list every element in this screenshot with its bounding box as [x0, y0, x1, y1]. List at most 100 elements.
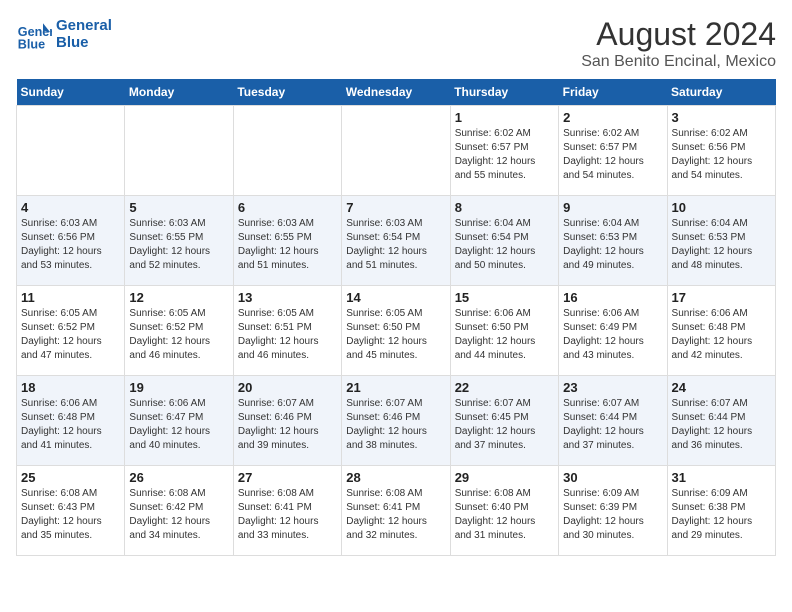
day-info: Sunrise: 6:07 AM Sunset: 6:46 PM Dayligh…: [238, 397, 337, 453]
day-info: Sunrise: 6:09 AM Sunset: 6:39 PM Dayligh…: [563, 487, 662, 543]
day-number: 19: [129, 380, 228, 395]
day-number: 30: [563, 470, 662, 485]
day-info: Sunrise: 6:07 AM Sunset: 6:44 PM Dayligh…: [563, 397, 662, 453]
day-number: 11: [21, 290, 120, 305]
calendar-cell: 17Sunrise: 6:06 AM Sunset: 6:48 PM Dayli…: [667, 286, 775, 376]
day-number: 10: [672, 200, 771, 215]
calendar-week-row: 1 Sunrise: 6:02 AM Sunset: 6:57 PM Daylig…: [17, 106, 776, 196]
day-info: Sunrise: 6:02 AM Sunset: 6:56 PM Dayligh…: [672, 127, 771, 183]
day-info: Sunrise: 6:02 AM Sunset: 6:57 PM Dayligh…: [563, 127, 662, 183]
calendar-week-row: 25 Sunrise: 6:08 AM Sunset: 6:43 PM Dayli…: [17, 466, 776, 556]
svg-text:Blue: Blue: [18, 37, 45, 51]
day-number: 2: [563, 110, 662, 125]
day-info: Sunrise: 6:08 AM Sunset: 6:43 PM Dayligh…: [21, 487, 120, 543]
calendar-cell: 1 Sunrise: 6:02 AM Sunset: 6:57 PM Daylig…: [450, 106, 558, 196]
calendar-cell: 22 Sunrise: 6:07 AM Sunset: 6:45 PM Dayli…: [450, 376, 558, 466]
calendar-cell: 21 Sunrise: 6:07 AM Sunset: 6:46 PM Dayli…: [342, 376, 450, 466]
day-number: 12: [129, 290, 228, 305]
calendar-cell: 30 Sunrise: 6:09 AM Sunset: 6:39 PM Dayli…: [559, 466, 667, 556]
calendar-cell: 18 Sunrise: 6:06 AM Sunset: 6:48 PM Dayli…: [17, 376, 125, 466]
day-info: Sunrise: 6:08 AM Sunset: 6:41 PM Dayligh…: [346, 487, 445, 543]
calendar-cell: 8 Sunrise: 6:04 AM Sunset: 6:54 PM Daylig…: [450, 196, 558, 286]
day-number: 8: [455, 200, 554, 215]
calendar-cell: 20 Sunrise: 6:07 AM Sunset: 6:46 PM Dayli…: [233, 376, 341, 466]
calendar-cell: 27Sunrise: 6:08 AM Sunset: 6:41 PM Dayli…: [233, 466, 341, 556]
calendar-week-row: 11 Sunrise: 6:05 AM Sunset: 6:52 PM Dayli…: [17, 286, 776, 376]
day-info: Sunrise: 6:06 AM Sunset: 6:48 PM Dayligh…: [672, 307, 771, 363]
day-info: Sunrise: 6:03 AM Sunset: 6:55 PM Dayligh…: [129, 217, 228, 273]
calendar-cell: 24Sunrise: 6:07 AM Sunset: 6:44 PM Dayli…: [667, 376, 775, 466]
day-info: Sunrise: 6:04 AM Sunset: 6:53 PM Dayligh…: [563, 217, 662, 273]
logo-icon: General Blue: [16, 16, 52, 52]
calendar-cell: 10Sunrise: 6:04 AM Sunset: 6:53 PM Dayli…: [667, 196, 775, 286]
day-number: 25: [21, 470, 120, 485]
day-number: 27: [238, 470, 337, 485]
day-number: 24: [672, 380, 771, 395]
calendar-cell: 28Sunrise: 6:08 AM Sunset: 6:41 PM Dayli…: [342, 466, 450, 556]
day-number: 21: [346, 380, 445, 395]
day-number: 29: [455, 470, 554, 485]
calendar-cell: 23 Sunrise: 6:07 AM Sunset: 6:44 PM Dayli…: [559, 376, 667, 466]
day-number: 7: [346, 200, 445, 215]
day-info: Sunrise: 6:06 AM Sunset: 6:48 PM Dayligh…: [21, 397, 120, 453]
calendar-cell: 12 Sunrise: 6:05 AM Sunset: 6:52 PM Dayli…: [125, 286, 233, 376]
day-info: Sunrise: 6:06 AM Sunset: 6:49 PM Dayligh…: [563, 307, 662, 363]
calendar-cell: 26Sunrise: 6:08 AM Sunset: 6:42 PM Dayli…: [125, 466, 233, 556]
calendar-cell: 11Sunrise: 6:05 AM Sunset: 6:52 PM Dayli…: [17, 286, 125, 376]
day-number: 1: [455, 110, 554, 125]
day-of-week-header: Saturday: [667, 79, 775, 106]
calendar-cell: 16 Sunrise: 6:06 AM Sunset: 6:49 PM Dayli…: [559, 286, 667, 376]
day-info: Sunrise: 6:08 AM Sunset: 6:40 PM Dayligh…: [455, 487, 554, 543]
calendar-cell: [342, 106, 450, 196]
day-number: 4: [21, 200, 120, 215]
calendar-cell: 6Sunrise: 6:03 AM Sunset: 6:55 PM Daylig…: [233, 196, 341, 286]
day-number: 22: [455, 380, 554, 395]
calendar-cell: 15Sunrise: 6:06 AM Sunset: 6:50 PM Dayli…: [450, 286, 558, 376]
day-of-week-header: Wednesday: [342, 79, 450, 106]
calendar-cell: 9 Sunrise: 6:04 AM Sunset: 6:53 PM Daylig…: [559, 196, 667, 286]
day-of-week-header: Monday: [125, 79, 233, 106]
day-info: Sunrise: 6:05 AM Sunset: 6:50 PM Dayligh…: [346, 307, 445, 363]
calendar-week-row: 18 Sunrise: 6:06 AM Sunset: 6:48 PM Dayli…: [17, 376, 776, 466]
day-info: Sunrise: 6:03 AM Sunset: 6:54 PM Dayligh…: [346, 217, 445, 273]
day-info: Sunrise: 6:05 AM Sunset: 6:52 PM Dayligh…: [129, 307, 228, 363]
calendar-cell: 31Sunrise: 6:09 AM Sunset: 6:38 PM Dayli…: [667, 466, 775, 556]
day-info: Sunrise: 6:02 AM Sunset: 6:57 PM Dayligh…: [455, 127, 554, 183]
page-header: General Blue GeneralBlue August 2024 San…: [16, 16, 776, 71]
day-of-week-header: Tuesday: [233, 79, 341, 106]
day-info: Sunrise: 6:07 AM Sunset: 6:46 PM Dayligh…: [346, 397, 445, 453]
day-info: Sunrise: 6:04 AM Sunset: 6:54 PM Dayligh…: [455, 217, 554, 273]
day-header-row: SundayMondayTuesdayWednesdayThursdayFrid…: [17, 79, 776, 106]
day-info: Sunrise: 6:06 AM Sunset: 6:47 PM Dayligh…: [129, 397, 228, 453]
day-number: 3: [672, 110, 771, 125]
calendar-cell: 7 Sunrise: 6:03 AM Sunset: 6:54 PM Daylig…: [342, 196, 450, 286]
calendar-cell: 4 Sunrise: 6:03 AM Sunset: 6:56 PM Daylig…: [17, 196, 125, 286]
day-number: 14: [346, 290, 445, 305]
logo: General Blue GeneralBlue: [16, 16, 112, 52]
calendar-cell: 13 Sunrise: 6:05 AM Sunset: 6:51 PM Dayli…: [233, 286, 341, 376]
day-number: 5: [129, 200, 228, 215]
day-info: Sunrise: 6:07 AM Sunset: 6:45 PM Dayligh…: [455, 397, 554, 453]
calendar-table: SundayMondayTuesdayWednesdayThursdayFrid…: [16, 79, 776, 556]
day-number: 23: [563, 380, 662, 395]
day-info: Sunrise: 6:03 AM Sunset: 6:56 PM Dayligh…: [21, 217, 120, 273]
day-info: Sunrise: 6:08 AM Sunset: 6:42 PM Dayligh…: [129, 487, 228, 543]
day-number: 16: [563, 290, 662, 305]
calendar-cell: 3 Sunrise: 6:02 AM Sunset: 6:56 PM Daylig…: [667, 106, 775, 196]
day-number: 31: [672, 470, 771, 485]
day-number: 15: [455, 290, 554, 305]
calendar-cell: [17, 106, 125, 196]
day-of-week-header: Friday: [559, 79, 667, 106]
day-number: 9: [563, 200, 662, 215]
calendar-title: August 2024: [581, 16, 776, 53]
day-number: 13: [238, 290, 337, 305]
calendar-cell: 2 Sunrise: 6:02 AM Sunset: 6:57 PM Daylig…: [559, 106, 667, 196]
day-info: Sunrise: 6:05 AM Sunset: 6:51 PM Dayligh…: [238, 307, 337, 363]
day-info: Sunrise: 6:03 AM Sunset: 6:55 PM Dayligh…: [238, 217, 337, 273]
logo-text: GeneralBlue: [56, 17, 112, 51]
day-number: 20: [238, 380, 337, 395]
day-of-week-header: Thursday: [450, 79, 558, 106]
day-of-week-header: Sunday: [17, 79, 125, 106]
day-number: 18: [21, 380, 120, 395]
calendar-cell: 14 Sunrise: 6:05 AM Sunset: 6:50 PM Dayli…: [342, 286, 450, 376]
